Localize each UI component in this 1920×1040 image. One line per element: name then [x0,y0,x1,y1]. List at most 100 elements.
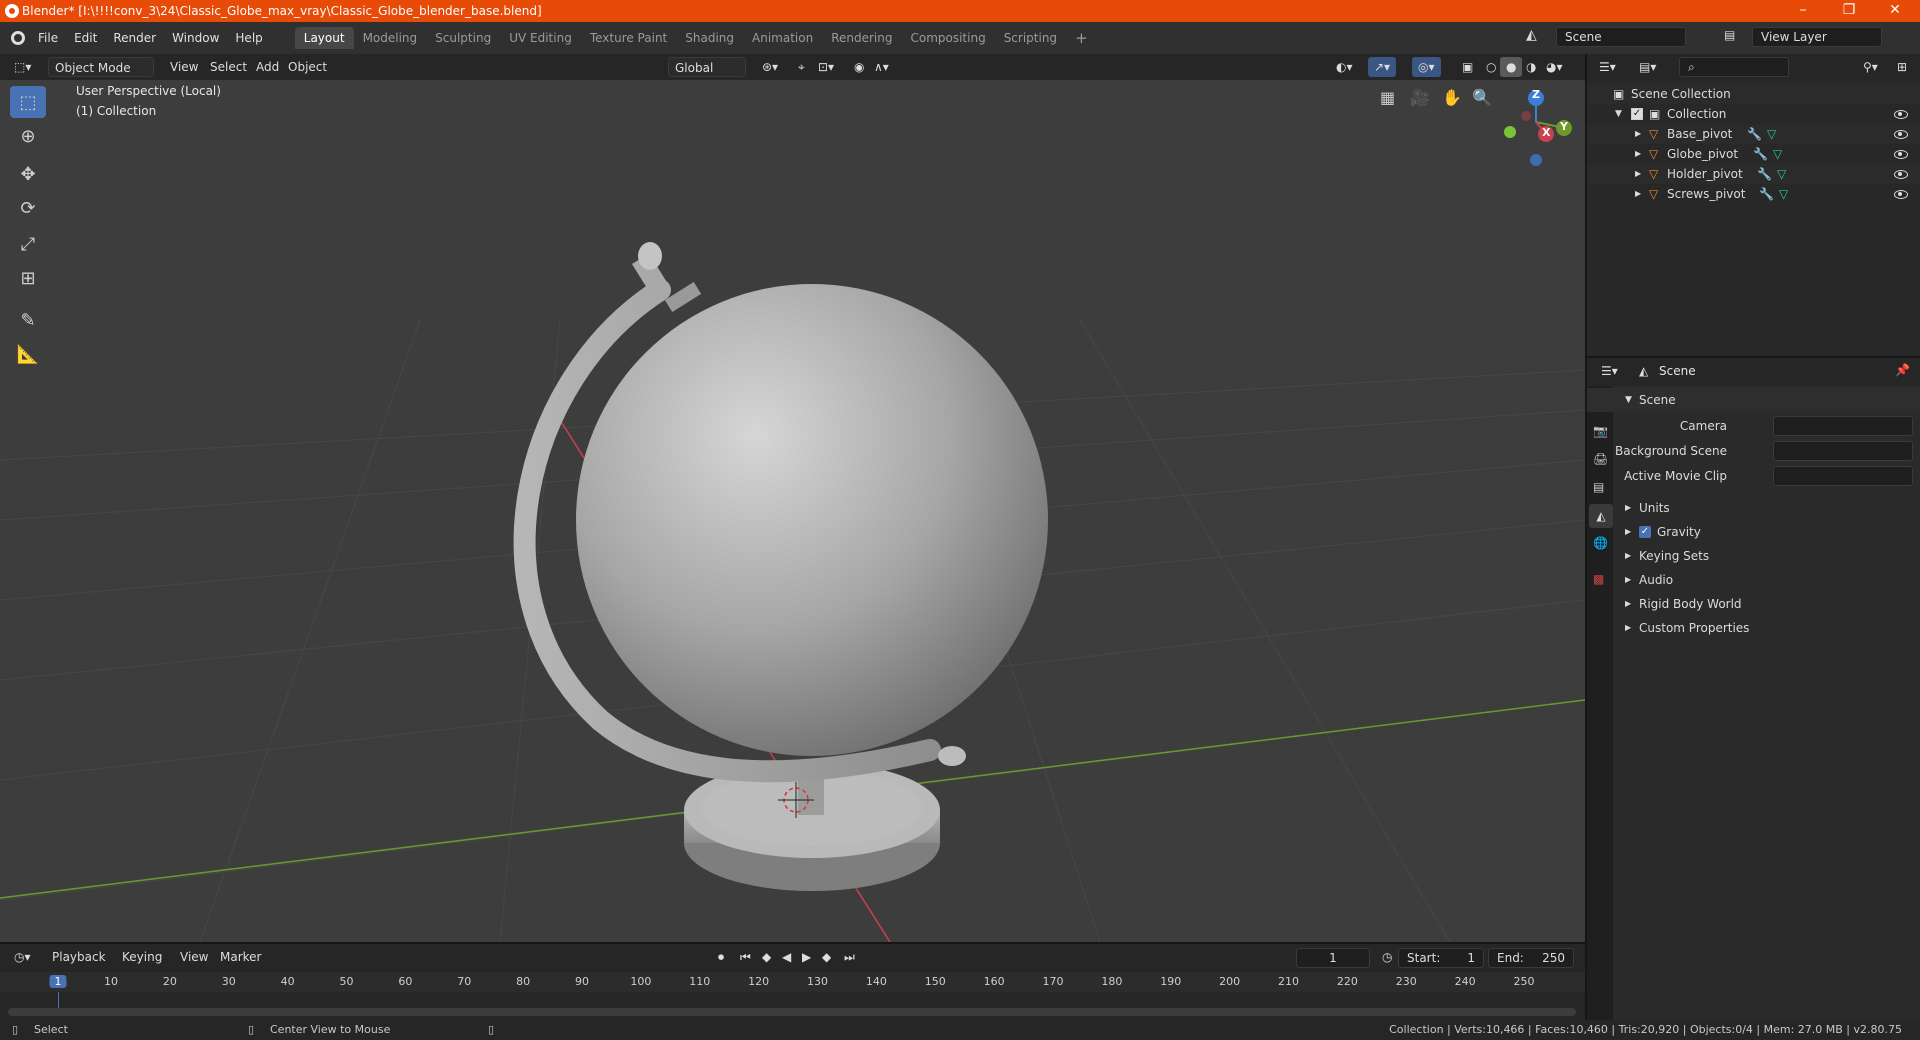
tab-texture-paint[interactable]: Texture Paint [581,27,676,49]
active-movie-clip-field[interactable] [1773,466,1913,486]
scene-icon[interactable]: ◭ [1526,27,1548,47]
collection-checkbox[interactable]: ✓ [1631,108,1643,120]
view-layer-field[interactable]: View Layer [1752,27,1882,47]
background-scene-field[interactable] [1773,441,1913,461]
menu-window[interactable]: Window [164,28,227,48]
rendered-shading-icon[interactable]: ◕▾ [1540,57,1569,77]
record-button-icon[interactable]: ⏺ [712,947,730,967]
editor-type-button[interactable]: ⬚▾ [8,57,37,77]
timeline-menu-playback[interactable]: Playback [46,947,112,967]
overlay-toggle-icon[interactable]: ◎▾ [1412,57,1441,77]
close-button[interactable]: ✕ [1872,0,1918,22]
tab-scripting[interactable]: Scripting [995,27,1066,49]
falloff-icon[interactable]: ∧▾ [868,57,895,77]
timeline-menu-marker[interactable]: Marker [214,947,267,967]
tab-modeling[interactable]: Modeling [354,27,427,49]
expand-icon[interactable]: ▶ [1635,164,1641,184]
outliner-row-object[interactable]: ▶ ▽ Globe_pivot 🔧 ▽ [1587,144,1920,164]
blender-menu-icon[interactable] [8,27,30,49]
outliner-search-input[interactable]: ⌕ [1679,57,1789,77]
menu-file[interactable]: File [30,28,66,48]
scene-name-field[interactable]: Scene [1556,27,1686,47]
annotate-tool-icon[interactable]: ✎ [10,304,46,336]
outliner-row-collection[interactable]: ▼ ✓ ▣ Collection [1587,104,1920,124]
audio-panel-header[interactable]: ▶ Audio [1587,568,1920,592]
keying-sets-panel-header[interactable]: ▶ Keying Sets [1587,544,1920,568]
xray-icon[interactable]: ▣ [1456,57,1479,77]
menu-edit[interactable]: Edit [66,28,105,48]
tab-animation[interactable]: Animation [743,27,822,49]
scene-section-header[interactable]: ▼ Scene [1587,388,1920,412]
collection-visibility-eye-icon[interactable] [1894,110,1908,119]
outliner-row-scene-collection[interactable]: ▣ Scene Collection [1587,84,1920,104]
units-panel-header[interactable]: ▶ Units [1587,496,1920,520]
timeline-menu-keying[interactable]: Keying [116,947,168,967]
next-keyframe-icon[interactable]: ◆ [816,947,837,967]
area-separator[interactable] [1587,356,1920,358]
globe-sphere[interactable] [576,284,1048,756]
jump-start-icon[interactable]: ⏮ [734,947,757,967]
maximize-button[interactable]: ❐ [1826,0,1872,22]
visibility-eye-icon[interactable] [1894,150,1908,159]
properties-editor-type-icon[interactable]: ☰▾ [1595,361,1624,381]
outliner-row-object[interactable]: ▶ ▽ Screws_pivot 🔧 ▽ [1587,184,1920,204]
visibility-eye-icon[interactable] [1894,130,1908,139]
tab-uv-editing[interactable]: UV Editing [500,27,581,49]
gravity-panel-header[interactable]: ▶ ✓ Gravity [1587,520,1920,544]
expand-icon[interactable]: ▶ [1635,124,1641,144]
rigid-body-world-panel-header[interactable]: ▶ Rigid Body World [1587,592,1920,616]
menu-add[interactable]: Add [250,57,285,77]
tab-compositing[interactable]: Compositing [901,27,994,49]
outliner-display-mode-icon[interactable]: ▤▾ [1633,57,1662,77]
timeline-editor-type-icon[interactable]: ◷▾ [8,947,37,967]
outliner-row-object[interactable]: ▶ ▽ Base_pivot 🔧 ▽ [1587,124,1920,144]
add-workspace-button[interactable]: + [1066,27,1097,49]
rotate-tool-icon[interactable]: ⟳ [10,192,46,224]
pivot-icon[interactable]: ⊛▾ [756,57,784,77]
pan-view-icon[interactable]: ✋ [1442,88,1466,112]
area-separator[interactable] [1585,54,1587,1020]
gravity-checkbox[interactable]: ✓ [1639,526,1651,538]
visibility-eye-icon[interactable] [1894,170,1908,179]
tab-rendering[interactable]: Rendering [822,27,901,49]
frame-ruler[interactable]: 1 10 20 30 40 50 60 70 80 90 100 110 120 130 140 150 160… [0,972,1585,992]
mode-dropdown[interactable]: Object Mode [48,57,154,77]
visibility-eye-icon[interactable] [1894,190,1908,199]
tab-sculpting[interactable]: Sculpting [426,27,500,49]
outliner-editor-type-icon[interactable]: ☰▾ [1593,57,1622,77]
pin-icon[interactable]: 📌 [1895,363,1910,377]
snap-icon[interactable]: ⌖ [792,57,811,77]
camera-view-icon[interactable]: 🎥 [1410,88,1434,112]
menu-help[interactable]: Help [227,28,270,48]
expand-icon[interactable]: ▶ [1635,184,1641,204]
expand-icon[interactable]: ▶ [1635,144,1641,164]
area-separator[interactable] [0,942,1585,944]
tab-layout[interactable]: Layout [294,27,354,49]
cursor-tool-icon[interactable]: ⊕ [10,120,46,152]
jump-end-icon[interactable]: ⏭ [838,947,861,967]
visibility-icon[interactable]: ◐▾ [1330,57,1359,77]
scale-tool-icon[interactable]: ⤢ [10,228,46,260]
menu-render[interactable]: Render [105,28,164,48]
measure-tool-icon[interactable]: 📐 [10,338,46,370]
minimize-button[interactable]: – [1780,0,1826,22]
timeline-area[interactable]: 1 10 20 30 40 50 60 70 80 90 100 110 120 130 140 150 160… [0,972,1585,1020]
zoom-view-icon[interactable]: 🔍 [1472,88,1496,112]
ortho-toggle-icon[interactable]: ▦ [1380,88,1404,112]
custom-properties-panel-header[interactable]: ▶ Custom Properties [1587,616,1920,640]
camera-field[interactable] [1773,416,1913,436]
timeline-menu-view[interactable]: View [174,947,214,967]
move-tool-icon[interactable]: ✥ [10,158,46,190]
3d-viewport[interactable]: ⬚ ⊕ ✥ ⟳ ⤢ ⊞ ✎ 📐 User Perspective (Local)… [0,80,1585,942]
outliner-filter-icon[interactable]: ⚲▾ [1857,57,1884,77]
menu-object[interactable]: Object [282,57,333,77]
view-layer-icon[interactable]: ▤ [1724,28,1744,46]
gizmo-toggle-icon[interactable]: ↗▾ [1368,57,1397,77]
prev-keyframe-icon[interactable]: ◆ [756,947,777,967]
snap-target-icon[interactable]: ⊡▾ [812,57,840,77]
current-frame-field[interactable]: 1 [1296,948,1370,968]
tab-shading[interactable]: Shading [676,27,743,49]
select-box-tool-icon[interactable]: ⬚ [10,86,46,118]
play-reverse-icon[interactable]: ◀ [776,947,797,967]
preview-range-icon[interactable]: ◷ [1376,947,1398,967]
